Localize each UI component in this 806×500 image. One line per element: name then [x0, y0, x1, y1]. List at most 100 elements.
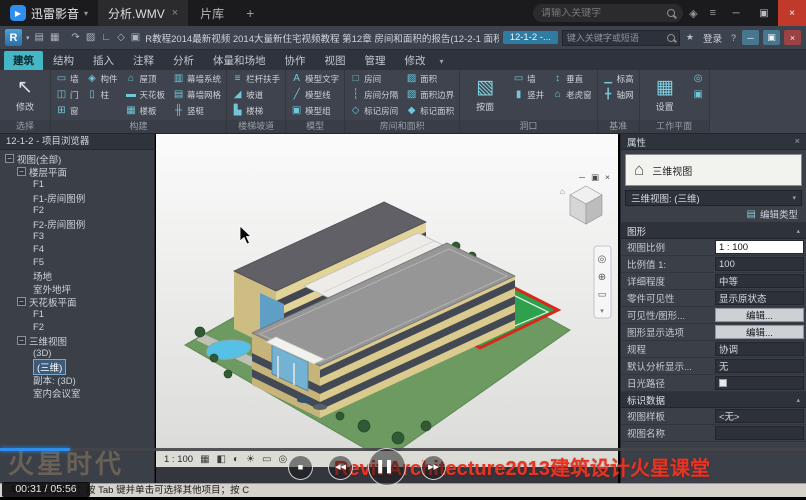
edit-button[interactable]: 编辑... — [715, 325, 804, 339]
tab-annotate[interactable]: 注释 — [124, 51, 163, 70]
shaft-button[interactable]: ▮竖井 — [510, 87, 547, 102]
show-workplane-button[interactable]: ◎ — [690, 71, 707, 86]
level-button[interactable]: ▁标高 — [600, 71, 637, 86]
tree-item[interactable]: −楼层平面 — [0, 165, 154, 178]
wall-opening-button[interactable]: ▭墙 — [510, 71, 547, 86]
tab-view[interactable]: 视图 — [316, 51, 355, 70]
tree-item[interactable]: 场地 — [0, 269, 154, 282]
property-value[interactable]: 显示原状态 — [715, 291, 804, 305]
measure-icon[interactable]: ∟ — [100, 32, 112, 43]
tree-item[interactable]: F1 — [0, 308, 154, 321]
close-tab-icon[interactable]: × — [172, 7, 178, 19]
visual-style-icon[interactable]: ◧ — [217, 454, 226, 465]
tree-item[interactable]: −视图(全部) — [0, 152, 154, 165]
project-browser-header[interactable]: 12-1-2 - 项目浏览器 — [0, 134, 154, 150]
panel-label-stairs[interactable]: 楼梯坡道 — [227, 120, 285, 133]
curtain-grid-button[interactable]: ▤幕墙网格 — [170, 87, 224, 102]
player-menu-button[interactable]: ▶ 迅雷影音 ▾ — [0, 5, 98, 22]
chevron-down-icon[interactable]: ▾ — [600, 308, 604, 315]
section-graphics[interactable]: 图形 ▴ — [621, 223, 806, 239]
property-value[interactable]: 中等 — [715, 274, 804, 288]
tab-manage[interactable]: 管理 — [356, 51, 395, 70]
save-icon[interactable]: ▦ — [49, 32, 60, 43]
open-icon[interactable]: ▤ — [34, 32, 45, 43]
collapse-icon[interactable]: − — [5, 154, 14, 163]
player-search[interactable] — [533, 4, 683, 22]
door-button[interactable]: ◫门 — [53, 87, 82, 102]
tab-massing-site[interactable]: 体量和场地 — [204, 51, 275, 70]
revit-restore-button[interactable]: ▣ — [763, 30, 780, 45]
tree-item[interactable]: F2 — [0, 204, 154, 217]
revit-minimize-button[interactable]: ─ — [742, 30, 759, 45]
ramp-button[interactable]: ◢坡道 — [229, 87, 283, 102]
railing-button[interactable]: ≡栏杆扶手 — [229, 71, 283, 86]
infocenter-search-input[interactable] — [567, 33, 664, 43]
tree-item[interactable]: F4 — [0, 243, 154, 256]
steering-wheel-icon[interactable]: ◎ — [598, 254, 607, 265]
collapse-icon[interactable]: − — [17, 336, 26, 345]
favorites-icon[interactable]: ★ — [684, 32, 696, 43]
previous-button[interactable]: ◀◀ — [328, 455, 353, 480]
tree-item[interactable]: 副本: (3D) — [0, 373, 154, 386]
section-identity-data[interactable]: 标识数据 ▴ — [621, 392, 806, 408]
player-tab-library[interactable]: 片库 — [188, 5, 236, 22]
help-icon[interactable]: ? — [729, 33, 738, 43]
infocenter-search[interactable] — [562, 30, 680, 46]
panel-label-room-area[interactable]: 房间和面积 — [345, 120, 459, 133]
tab-collaborate[interactable]: 协作 — [276, 51, 315, 70]
minimize-button[interactable]: ─ — [722, 0, 750, 26]
menu-icon[interactable]: ≡ — [704, 7, 722, 19]
model-group-button[interactable]: ▣模型组 — [288, 103, 342, 118]
property-value[interactable]: 100 — [715, 257, 804, 271]
shadows-icon[interactable]: ◐ — [233, 454, 239, 465]
property-value[interactable]: 协调 — [715, 342, 804, 356]
tree-item[interactable]: F1-房间图例 — [0, 191, 154, 204]
property-value[interactable] — [715, 376, 804, 390]
floor-button[interactable]: ▦楼板 — [123, 103, 169, 118]
vip-icon[interactable]: ◈ — [683, 7, 703, 20]
viewport-3d-scene[interactable]: ⌂ ◎ ⊕ ▭ ▾ — [156, 134, 618, 450]
search-icon[interactable] — [667, 9, 675, 17]
property-value[interactable]: 1 : 100 — [715, 240, 804, 254]
wall-button[interactable]: ▭墙 — [53, 71, 82, 86]
vertical-opening-button[interactable]: ↕垂直 — [549, 71, 595, 86]
model-text-button[interactable]: A模型文字 — [288, 71, 342, 86]
stair-button[interactable]: ▙楼梯 — [229, 103, 283, 118]
panel-label-build[interactable]: 构建 — [51, 120, 226, 133]
player-search-input[interactable] — [541, 8, 662, 19]
default-3d-view-icon[interactable]: ▣ — [130, 32, 141, 43]
area-button[interactable]: ▨面积 — [403, 71, 457, 86]
modify-button[interactable]: ↖ 修改 — [2, 71, 48, 119]
room-separator-button[interactable]: ┆房间分隔 — [347, 87, 401, 102]
minimize-view-icon[interactable]: ─ — [579, 172, 585, 183]
panel-label-select[interactable]: 选择 — [0, 120, 50, 133]
tab-modify[interactable]: 修改 — [396, 51, 435, 70]
tree-item[interactable]: −天花板平面 — [0, 295, 154, 308]
tree-item[interactable]: F5 — [0, 256, 154, 269]
close-view-icon[interactable]: × — [605, 172, 610, 183]
player-tab-current[interactable]: 分析.WMV × — [98, 0, 188, 26]
view-scale-button[interactable]: 1 : 100 — [164, 454, 193, 465]
edit-type-button[interactable]: 编辑类型 — [760, 207, 798, 221]
search-icon[interactable] — [667, 34, 675, 42]
set-workplane-button[interactable]: ▦ 设置 — [642, 71, 688, 119]
edit-button[interactable]: 编辑... — [715, 308, 804, 322]
curtain-system-button[interactable]: ▥幕墙系统 — [170, 71, 224, 86]
print-icon[interactable]: ▨ — [85, 32, 96, 43]
dormer-button[interactable]: ⌂老虎窗 — [549, 87, 595, 102]
grid-button[interactable]: ╋轴网 — [600, 87, 637, 102]
zoom-icon[interactable]: ⊕ — [598, 272, 606, 283]
workplane-viewer-button[interactable]: ▣ — [690, 87, 707, 102]
column-button[interactable]: ▯柱 — [84, 87, 121, 102]
tag-room-button[interactable]: ◇标记房间 — [347, 103, 401, 118]
tag-icon[interactable]: ◇ — [116, 32, 126, 43]
property-value[interactable]: <无> — [715, 409, 804, 423]
tree-item[interactable]: F1 — [0, 178, 154, 191]
next-button[interactable]: ▶▶ — [421, 455, 446, 480]
collapse-icon[interactable]: − — [17, 297, 26, 306]
type-selector[interactable]: ⌂ 三维视图 — [625, 154, 802, 186]
sun-path-icon[interactable]: ☀ — [246, 454, 255, 465]
drawing-area[interactable]: ⌂ ◎ ⊕ ▭ ▾ ─ ▣ × — [156, 134, 618, 450]
tree-item[interactable]: F2-房间图例 — [0, 217, 154, 230]
play-pause-button[interactable]: ▌▌ — [368, 448, 406, 486]
